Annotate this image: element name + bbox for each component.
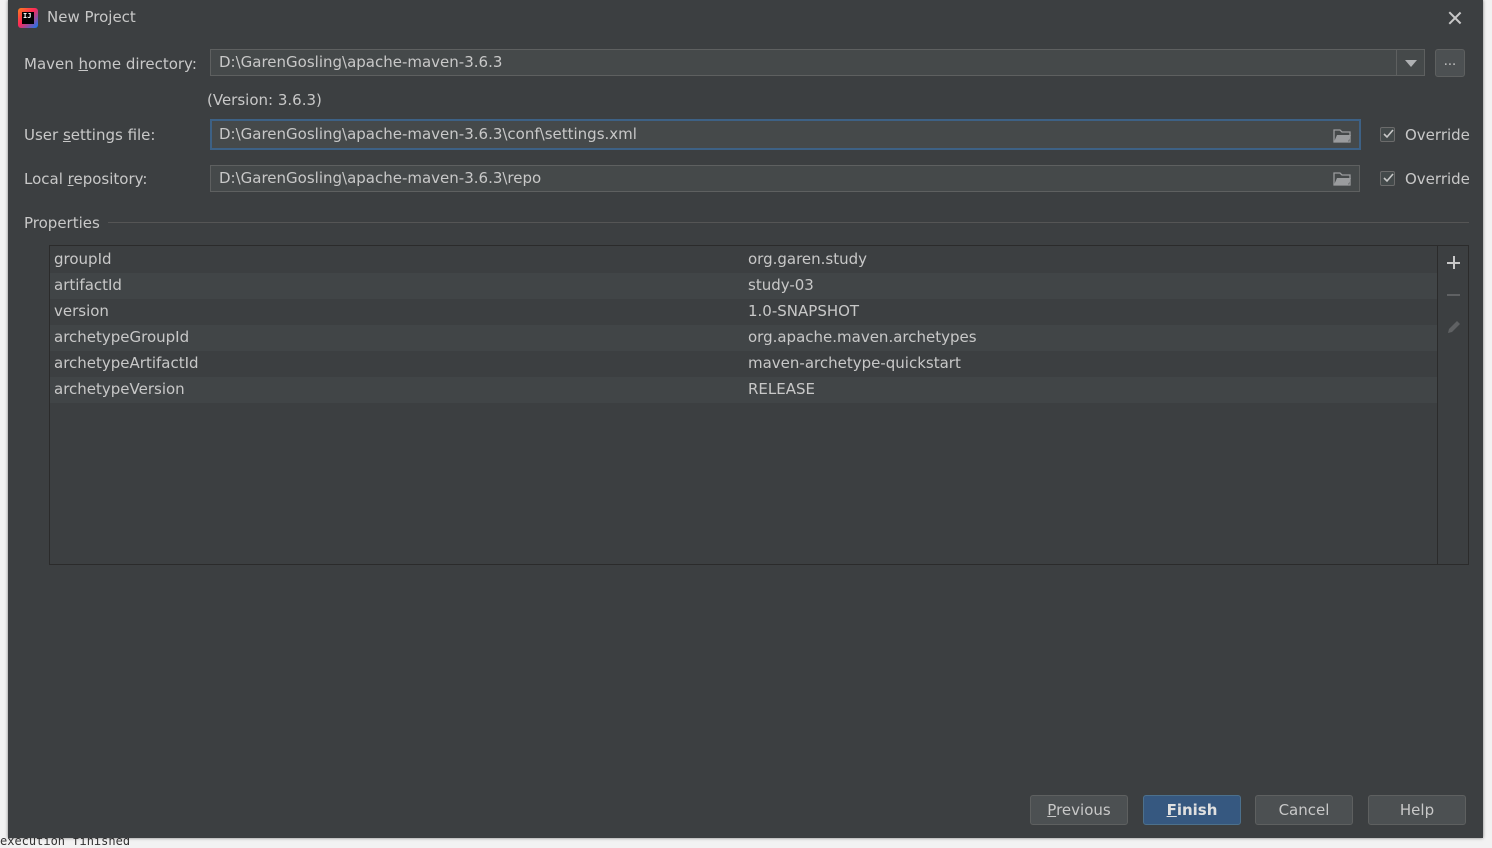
browse-maven-home-button[interactable]: ...	[1435, 49, 1465, 77]
properties-table: groupId org.garen.study artifactId study…	[50, 246, 1438, 564]
check-icon	[1383, 129, 1394, 139]
property-key: version	[54, 302, 109, 320]
section-divider	[108, 222, 1469, 223]
user-settings-label: User settings file:	[24, 126, 155, 144]
plus-icon[interactable]	[1444, 253, 1464, 273]
maven-home-combobox[interactable]: D:\GarenGosling\apache-maven-3.6.3	[210, 49, 1425, 76]
user-settings-label-part: ettings file:	[70, 126, 156, 144]
maven-home-label-part: ome directory:	[88, 55, 197, 73]
property-value: RELEASE	[748, 380, 815, 398]
settings-override-checkbox[interactable]	[1380, 127, 1395, 142]
property-value: study-03	[748, 276, 814, 294]
property-value: org.apache.maven.archetypes	[748, 328, 977, 346]
table-row[interactable]: version 1.0-SNAPSHOT	[50, 299, 1437, 325]
maven-home-label-part: Maven	[24, 55, 79, 73]
property-value: org.garen.study	[748, 250, 868, 268]
table-row[interactable]: archetypeGroupId org.apache.maven.archet…	[50, 325, 1437, 351]
finish-mnemonic: F	[1166, 801, 1177, 819]
finish-button[interactable]: Finish	[1143, 795, 1241, 825]
new-project-dialog: IJ New Project Maven home directory: D:\…	[8, 0, 1483, 838]
property-value: 1.0-SNAPSHOT	[748, 302, 860, 320]
user-settings-value: D:\GarenGosling\apache-maven-3.6.3\conf\…	[219, 125, 637, 143]
property-key: archetypeVersion	[54, 380, 185, 398]
local-repository-label-part: epository:	[73, 170, 148, 188]
pencil-icon[interactable]	[1444, 317, 1464, 337]
maven-home-label: Maven home directory:	[24, 55, 197, 73]
maven-home-value: D:\GarenGosling\apache-maven-3.6.3	[219, 53, 503, 71]
table-row[interactable]: archetypeArtifactId maven-archetype-quic…	[50, 351, 1437, 377]
repo-override-label[interactable]: Override	[1405, 170, 1470, 188]
properties-table-panel: groupId org.garen.study artifactId study…	[49, 245, 1469, 565]
intellij-idea-icon: IJ	[18, 8, 38, 28]
chevron-down-icon[interactable]	[1396, 50, 1424, 75]
minus-icon[interactable]	[1444, 285, 1464, 305]
user-settings-label-mnemonic: s	[62, 126, 71, 144]
close-icon[interactable]	[1445, 8, 1465, 28]
cancel-button[interactable]: Cancel	[1255, 795, 1353, 825]
folder-icon[interactable]	[1333, 128, 1351, 143]
table-row[interactable]: artifactId study-03	[50, 273, 1437, 299]
check-icon	[1383, 173, 1394, 183]
previous-button[interactable]: Previous	[1030, 795, 1128, 825]
local-repository-label: Local repository:	[24, 170, 147, 188]
finish-label: inish	[1176, 801, 1218, 819]
maven-version-text: (Version: 3.6.3)	[207, 91, 322, 109]
property-value: maven-archetype-quickstart	[748, 354, 961, 372]
properties-section-title: Properties	[24, 214, 100, 232]
settings-override-label[interactable]: Override	[1405, 126, 1470, 144]
maven-home-label-mnemonic: h	[78, 55, 89, 73]
previous-label: revious	[1056, 801, 1111, 819]
folder-icon[interactable]	[1333, 171, 1351, 186]
local-repository-field[interactable]: D:\GarenGosling\apache-maven-3.6.3\repo	[210, 165, 1360, 192]
user-settings-field[interactable]: D:\GarenGosling\apache-maven-3.6.3\conf\…	[210, 119, 1361, 150]
property-key: groupId	[54, 250, 112, 268]
repo-override-checkbox[interactable]	[1380, 171, 1395, 186]
dialog-title: New Project	[47, 8, 136, 26]
user-settings-label-part: User	[24, 126, 63, 144]
table-row[interactable]: archetypeVersion RELEASE	[50, 377, 1437, 403]
previous-mnemonic: P	[1047, 801, 1057, 819]
title-bar: IJ New Project	[8, 0, 1483, 36]
local-repository-label-part: Local	[24, 170, 68, 188]
help-button[interactable]: Help	[1368, 795, 1466, 825]
property-key: archetypeArtifactId	[54, 354, 199, 372]
table-row[interactable]: groupId org.garen.study	[50, 247, 1437, 273]
local-repository-value: D:\GarenGosling\apache-maven-3.6.3\repo	[219, 169, 542, 187]
property-key: artifactId	[54, 276, 122, 294]
property-key: archetypeGroupId	[54, 328, 190, 346]
